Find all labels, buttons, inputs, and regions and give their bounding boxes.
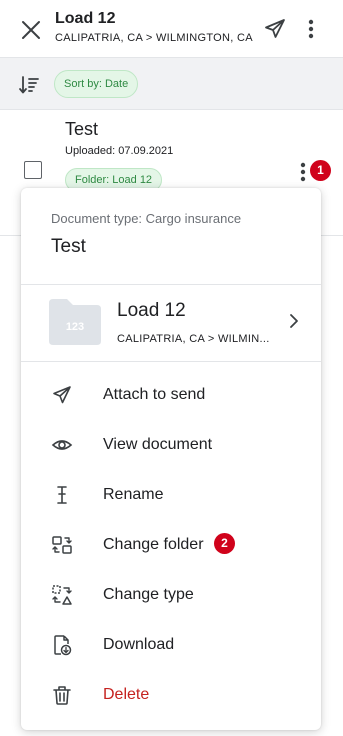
menu-item-label: View document	[103, 436, 213, 453]
menu-item-view-document[interactable]: View document	[21, 421, 321, 471]
send-icon	[51, 384, 73, 406]
menu-item-label: Change folder	[103, 536, 204, 553]
folder-card[interactable]: 123 Load 12 CALIPATRIA, CA > WILMIN...	[21, 285, 321, 361]
more-vertical-icon[interactable]	[301, 16, 321, 42]
document-title: Test	[65, 119, 99, 139]
close-icon[interactable]	[18, 17, 44, 43]
download-icon	[51, 634, 73, 656]
trash-icon	[51, 684, 73, 706]
menu-document-type: Document type: Cargo insurance	[51, 211, 242, 226]
folder-name: Load 12	[117, 300, 186, 321]
document-checkbox[interactable]	[24, 161, 42, 179]
page-subtitle: CALIPATRIA, CA > WILMINGTON, CA	[55, 32, 253, 44]
context-menu: Document type: Cargo insurance Test 123 …	[21, 188, 321, 730]
menu-item-rename[interactable]: Rename	[21, 471, 321, 521]
app-root: Load 12 CALIPATRIA, CA > WILMINGTON, CA …	[0, 0, 343, 736]
document-uploaded-date: Uploaded: 07.09.2021	[65, 145, 174, 157]
eye-icon	[51, 434, 73, 456]
divider	[21, 361, 321, 362]
menu-item-label: Change type	[103, 586, 194, 603]
sort-icon[interactable]	[18, 74, 40, 96]
menu-item-delete[interactable]: Delete	[21, 671, 321, 721]
step-badge-2: 2	[214, 533, 235, 554]
menu-document-title: Test	[51, 236, 86, 257]
toolbar: Sort by: Date	[0, 58, 343, 110]
menu-item-label: Delete	[103, 686, 150, 703]
folder-route: CALIPATRIA, CA > WILMIN...	[117, 333, 270, 345]
folder-thumb-label: 123	[66, 321, 84, 333]
sort-chip[interactable]: Sort by: Date	[54, 70, 139, 98]
folder-thumbnail-icon: 123	[49, 299, 101, 345]
menu-item-label: Rename	[103, 486, 164, 503]
menu-item-label: Attach to send	[103, 386, 206, 403]
send-icon[interactable]	[263, 17, 287, 41]
menu-item-label: Download	[103, 636, 175, 653]
menu-item-download[interactable]: Download	[21, 621, 321, 671]
page-title: Load 12	[55, 10, 116, 27]
text-cursor-icon	[51, 484, 73, 506]
change-type-icon	[51, 584, 73, 606]
step-badge-1: 1	[310, 160, 331, 181]
chevron-right-icon	[287, 313, 301, 329]
menu-item-change-type[interactable]: Change type	[21, 571, 321, 621]
header: Load 12 CALIPATRIA, CA > WILMINGTON, CA	[0, 0, 343, 58]
menu-item-attach-to-send[interactable]: Attach to send	[21, 371, 321, 421]
menu-item-change-folder[interactable]: Change folder	[21, 521, 321, 571]
change-folder-icon	[51, 534, 73, 556]
